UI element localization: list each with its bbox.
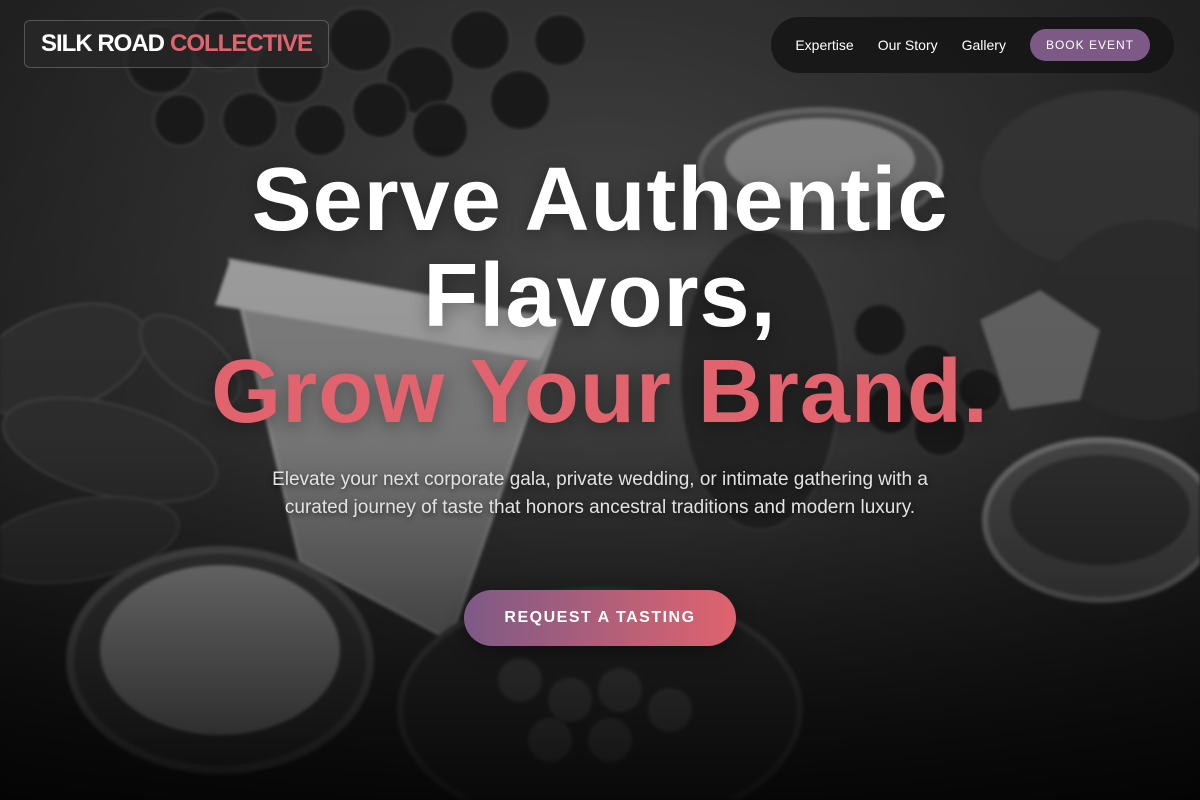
hero-subtext: Elevate your next corporate gala, privat… [272,469,928,518]
hero-headline: Serve Authentic Flavors, Grow Your Brand… [0,152,1200,440]
book-event-button[interactable]: BOOK EVENT [1029,29,1150,61]
brand-primary: SILK ROAD [41,30,165,57]
hero-section: SILK ROAD COLLECTIVE Expertise Our Story… [0,0,1200,800]
headline-accent: Grow Your Brand. [211,342,989,442]
main-nav: Expertise Our Story Gallery BOOK EVENT [771,17,1174,73]
brand-logo[interactable]: SILK ROAD COLLECTIVE [24,20,330,68]
brand-accent: COLLECTIVE [170,30,313,57]
headline-line-1: Serve Authentic [251,150,949,250]
nav-item-gallery[interactable]: Gallery [962,37,1006,53]
nav-item-our-story[interactable]: Our Story [878,37,938,53]
request-tasting-button[interactable]: REQUEST A TASTING [464,590,736,646]
headline-line-2: Flavors, [423,246,777,346]
nav-item-expertise[interactable]: Expertise [795,37,853,53]
